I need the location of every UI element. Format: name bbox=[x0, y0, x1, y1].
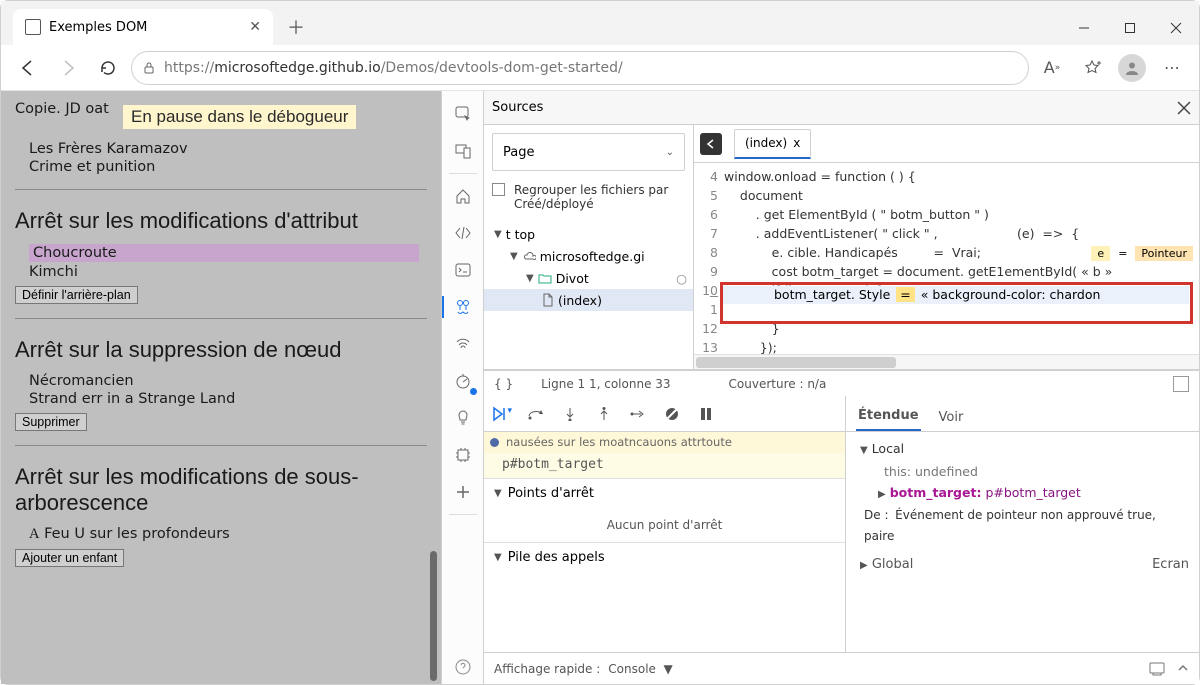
editor-tab-index[interactable]: (index)x bbox=[734, 129, 811, 159]
address-bar: https://microsoftedge.github.io/Demos/de… bbox=[1, 45, 1199, 91]
text-line: Strand err in a Strange Land bbox=[15, 391, 427, 407]
devtools-drawer: Affichage rapide : Console ▼ bbox=[484, 652, 1199, 684]
elements-icon[interactable] bbox=[446, 216, 480, 250]
breakpoints-empty: Aucun point d'arrêt bbox=[484, 508, 845, 542]
step-button[interactable] bbox=[628, 408, 648, 420]
coverage-toggle[interactable] bbox=[1173, 376, 1189, 392]
step-over-button[interactable] bbox=[526, 407, 546, 421]
devtools-icon-rail bbox=[441, 91, 483, 684]
window-titlebar: Exemples DOM ✕ ＋ bbox=[1, 1, 1199, 45]
url-text: https://microsoftedge.github.io/Demos/de… bbox=[164, 60, 623, 76]
tree-top[interactable]: ▼t top bbox=[490, 223, 687, 245]
horizontal-scrollbar[interactable] bbox=[694, 354, 1199, 369]
file-navigator: Page ⌄ Regrouper les fichiers par Créé/d… bbox=[484, 125, 694, 369]
tree-file-index[interactable]: (index) bbox=[484, 289, 693, 311]
nav-files-button[interactable] bbox=[700, 133, 722, 155]
lock-icon bbox=[142, 61, 156, 75]
scope-tree[interactable]: ▼ Local this: undefined ▶ botm_target: p… bbox=[846, 432, 1199, 553]
close-devtools-button[interactable] bbox=[1177, 101, 1191, 115]
tab-active[interactable]: Exemples DOM ✕ bbox=[13, 9, 273, 45]
cursor-position: Ligne 1 1, colonne 33 bbox=[541, 377, 670, 391]
url-field[interactable]: https://microsoftedge.github.io/Demos/de… bbox=[131, 51, 1029, 85]
drawer-issues-icon[interactable] bbox=[1149, 662, 1165, 676]
more-button[interactable]: ⋯ bbox=[1155, 51, 1189, 85]
editor-statusbar: { } Ligne 1 1, colonne 33 Couverture : n… bbox=[484, 370, 1199, 396]
page-icon bbox=[25, 19, 41, 35]
breakpoints-section[interactable]: ▼Points d'arrêt bbox=[484, 478, 845, 508]
performance-icon[interactable] bbox=[446, 364, 480, 398]
tab-scope[interactable]: Étendue bbox=[856, 402, 921, 431]
tab-watch[interactable]: Voir bbox=[937, 404, 966, 431]
inspect-icon[interactable] bbox=[446, 97, 480, 131]
tree-folder[interactable]: ▼Divot○ bbox=[490, 267, 687, 289]
scope-global[interactable]: ▶ Global Ecran bbox=[846, 553, 1199, 572]
welcome-icon[interactable] bbox=[446, 179, 480, 213]
pause-target[interactable]: p#botm_target bbox=[484, 453, 845, 478]
favorite-button[interactable] bbox=[1075, 51, 1109, 85]
close-window-button[interactable] bbox=[1153, 11, 1199, 45]
delete-button[interactable]: Supprimer bbox=[15, 413, 87, 431]
console-icon[interactable] bbox=[446, 253, 480, 287]
pause-reason: nausées sur les moatncauons attrtoute bbox=[484, 432, 845, 453]
profile-button[interactable] bbox=[1115, 51, 1149, 85]
more-tools-icon[interactable] bbox=[446, 475, 480, 509]
coverage-label: Couverture : n/a bbox=[729, 377, 827, 391]
device-icon[interactable] bbox=[446, 134, 480, 168]
hover-hint: e=Pointeur bbox=[1091, 246, 1193, 261]
file-icon bbox=[542, 293, 554, 307]
tab-title: Exemples DOM bbox=[49, 20, 241, 35]
text-line: Kimchi bbox=[15, 264, 427, 280]
checkbox-icon[interactable] bbox=[492, 183, 505, 196]
drawer-collapse-icon[interactable] bbox=[1177, 662, 1189, 676]
tree-host[interactable]: ▼microsoftedge.gi bbox=[490, 245, 687, 267]
minimize-button[interactable] bbox=[1061, 11, 1107, 45]
forward-button[interactable] bbox=[51, 51, 85, 85]
heading-subtree: Arrêt sur les modifications de sous-arbo… bbox=[15, 464, 427, 516]
folder-icon bbox=[538, 273, 552, 284]
step-into-button[interactable] bbox=[560, 407, 580, 421]
text-line: Crime et punition bbox=[15, 159, 427, 175]
step-out-button[interactable] bbox=[594, 407, 614, 421]
braces-icon[interactable]: { } bbox=[494, 377, 513, 391]
new-tab-button[interactable]: ＋ bbox=[281, 12, 311, 42]
read-aloud-button[interactable]: A» bbox=[1035, 51, 1069, 85]
devtools-panel: Sources Page ⌄ Regrouper les fichiers pa… bbox=[483, 91, 1199, 684]
scrollbar-thumb[interactable] bbox=[430, 551, 437, 681]
text-line: Les Frères Karamazov bbox=[15, 141, 427, 157]
heading-node: Arrêt sur la suppression de nœud bbox=[15, 337, 427, 363]
debugger-toolbar: ▾ bbox=[484, 396, 845, 432]
panel-title: Sources bbox=[492, 100, 543, 115]
highlighted-item: Choucroute bbox=[29, 244, 419, 262]
help-icon[interactable] bbox=[446, 650, 480, 684]
deactivate-breakpoints-button[interactable] bbox=[662, 406, 682, 422]
close-icon[interactable]: ✕ bbox=[249, 19, 261, 35]
text-line: Nécromancien bbox=[15, 373, 427, 389]
close-icon[interactable]: x bbox=[793, 136, 800, 150]
text-line: Feu U sur les profondeurs bbox=[44, 526, 230, 542]
sources-icon[interactable] bbox=[446, 290, 480, 324]
add-child-button[interactable]: Ajouter un enfant bbox=[15, 549, 124, 567]
heading-attr: Arrêt sur les modifications d'attribut bbox=[15, 208, 427, 234]
pause-exceptions-button[interactable] bbox=[696, 406, 716, 422]
paused-banner: En pause dans le débogueur bbox=[123, 105, 356, 129]
maximize-button[interactable] bbox=[1107, 11, 1153, 45]
callstack-section[interactable]: ▼Pile des appels bbox=[484, 542, 845, 572]
page-selector[interactable]: Page ⌄ bbox=[492, 133, 685, 171]
cloud-icon bbox=[522, 251, 536, 262]
drawer-label: Affichage rapide : bbox=[494, 662, 600, 676]
code-editor: (index)x 456789101121314 window.onload =… bbox=[694, 125, 1199, 369]
drawer-console[interactable]: Console ▼ bbox=[608, 662, 673, 676]
resume-button[interactable]: ▾ bbox=[492, 406, 512, 422]
back-button[interactable] bbox=[11, 51, 45, 85]
refresh-button[interactable] bbox=[91, 51, 125, 85]
set-background-button[interactable]: Définir l'arrière-plan bbox=[15, 286, 138, 304]
group-by-authored[interactable]: Regrouper les fichiers par Créé/déployé bbox=[484, 179, 693, 219]
memory-icon[interactable] bbox=[446, 438, 480, 472]
lighthouse-icon[interactable] bbox=[446, 401, 480, 435]
page-viewport: Copie. JD oat Les Frères Karamazov Crime… bbox=[1, 91, 441, 684]
network-icon[interactable] bbox=[446, 327, 480, 361]
